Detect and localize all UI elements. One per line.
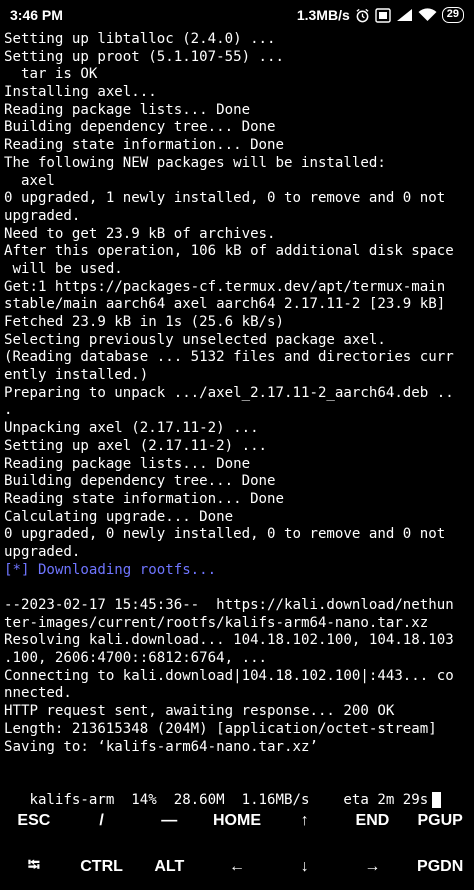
status-icons: 1.3MB/s 29	[297, 7, 464, 23]
terminal-line: axel	[4, 172, 55, 189]
terminal-line: Reading package lists... Done	[4, 101, 251, 118]
terminal-line: Resolving kali.download... 104.18.102.10…	[4, 632, 454, 649]
status-time: 3:46 PM	[10, 7, 63, 23]
terminal-line: Reading package lists... Done	[4, 455, 251, 472]
extra-key-row1-5[interactable]: END	[339, 798, 407, 844]
extra-key-row2-2[interactable]: ALT	[135, 844, 203, 890]
terminal-line: Connecting to kali.download|104.18.102.1…	[4, 667, 454, 684]
terminal-line: 0 upgraded, 1 newly installed, 0 to remo…	[4, 190, 446, 207]
terminal-line: tar is OK	[4, 66, 98, 83]
terminal-line: Fetched 23.9 kB in 1s (25.6 kB/s)	[4, 314, 285, 330]
terminal-line: Reading state information... Done	[4, 137, 285, 154]
terminal-line: ently installed.)	[4, 367, 149, 384]
terminal-line: Setting up axel (2.17.11-2) ...	[4, 437, 268, 454]
extra-key-row2-1[interactable]: CTRL	[68, 844, 136, 890]
terminal-line: upgraded.	[4, 207, 81, 224]
terminal-line: [*] Downloading rootfs...	[4, 561, 217, 578]
terminal-line: --2023-02-17 15:45:36-- https://kali.dow…	[4, 597, 454, 613]
terminal-line: Setting up proot (5.1.107-55) ...	[4, 48, 285, 65]
terminal-line: Building dependency tree... Done	[4, 473, 276, 490]
extra-key-row1-6[interactable]: PGUP	[406, 798, 474, 844]
terminal-line: ter-images/current/rootfs/kalifs-arm64-n…	[4, 614, 429, 631]
terminal-line: 0 upgraded, 0 newly installed, 0 to remo…	[4, 526, 446, 543]
extra-key-row2-4[interactable]: ↓	[271, 844, 339, 890]
extra-key-row1-2[interactable]: —	[135, 798, 203, 844]
terminal-line: Selecting previously unselected package …	[4, 331, 386, 348]
terminal-line: Calculating upgrade... Done	[4, 508, 234, 525]
extra-key-row2-6[interactable]: PGDN	[406, 844, 474, 890]
terminal-line: Saving to: ‘kalifs-arm64-nano.tar.xz’	[4, 738, 318, 755]
extra-key-row2-0[interactable]: ⭾	[0, 844, 68, 890]
terminal-line: .	[4, 402, 13, 419]
terminal-output[interactable]: Setting up libtalloc (2.4.0) ... Setting …	[4, 31, 472, 809]
terminal-line: Building dependency tree... Done	[4, 119, 276, 136]
terminal-line: .100, 2606:4700::6812:6764, ...	[4, 650, 268, 667]
extra-keys-bar: ESC / — HOME ↑ END PGUP ⭾ CTRL ALT ← ↓ → PGDN	[0, 798, 474, 890]
wifi-icon	[418, 8, 437, 22]
terminal-line: Length: 213615348 (204M) [application/oc…	[4, 720, 437, 737]
alarm-icon	[355, 8, 370, 23]
terminal-line: The following NEW packages will be insta…	[4, 154, 386, 171]
extra-key-row1-0[interactable]: ESC	[0, 798, 68, 844]
terminal-line: stable/main aarch64 axel aarch64 2.17.11…	[4, 296, 446, 313]
extra-key-row2-5[interactable]: →	[339, 844, 407, 890]
extra-key-row1-1[interactable]: /	[68, 798, 136, 844]
volte-icon	[375, 7, 391, 23]
terminal-line: upgraded.	[4, 543, 81, 560]
terminal-line: Preparing to unpack .../axel_2.17.11-2_a…	[4, 384, 454, 401]
terminal-line: Unpacking axel (2.17.11-2) ...	[4, 420, 259, 437]
terminal-line: Setting up libtalloc (2.4.0) ...	[4, 31, 276, 47]
battery-icon: 29	[441, 7, 464, 23]
status-bar: 3:46 PM 1.3MB/s 29	[0, 0, 474, 30]
terminal-line: (Reading database ... 5132 files and dir…	[4, 349, 454, 366]
terminal-line: nnected.	[4, 685, 72, 702]
terminal-line: Get:1 https://packages-cf.termux.dev/apt…	[4, 278, 446, 295]
extra-key-row1-3[interactable]: HOME	[203, 798, 271, 844]
terminal-line: will be used.	[4, 260, 123, 277]
extra-key-row2-3[interactable]: ←	[203, 844, 271, 890]
terminal-line: Installing axel...	[4, 84, 157, 101]
network-speed: 1.3MB/s	[296, 7, 350, 23]
terminal-line: After this operation, 106 kB of addition…	[4, 243, 454, 260]
terminal-line: Need to get 23.9 kB of archives.	[4, 225, 276, 242]
extra-key-row1-4[interactable]: ↑	[271, 798, 339, 844]
signal-icon	[396, 8, 413, 22]
terminal-line: HTTP request sent, awaiting response... …	[4, 703, 395, 720]
terminal-line: Reading state information... Done	[4, 490, 285, 507]
